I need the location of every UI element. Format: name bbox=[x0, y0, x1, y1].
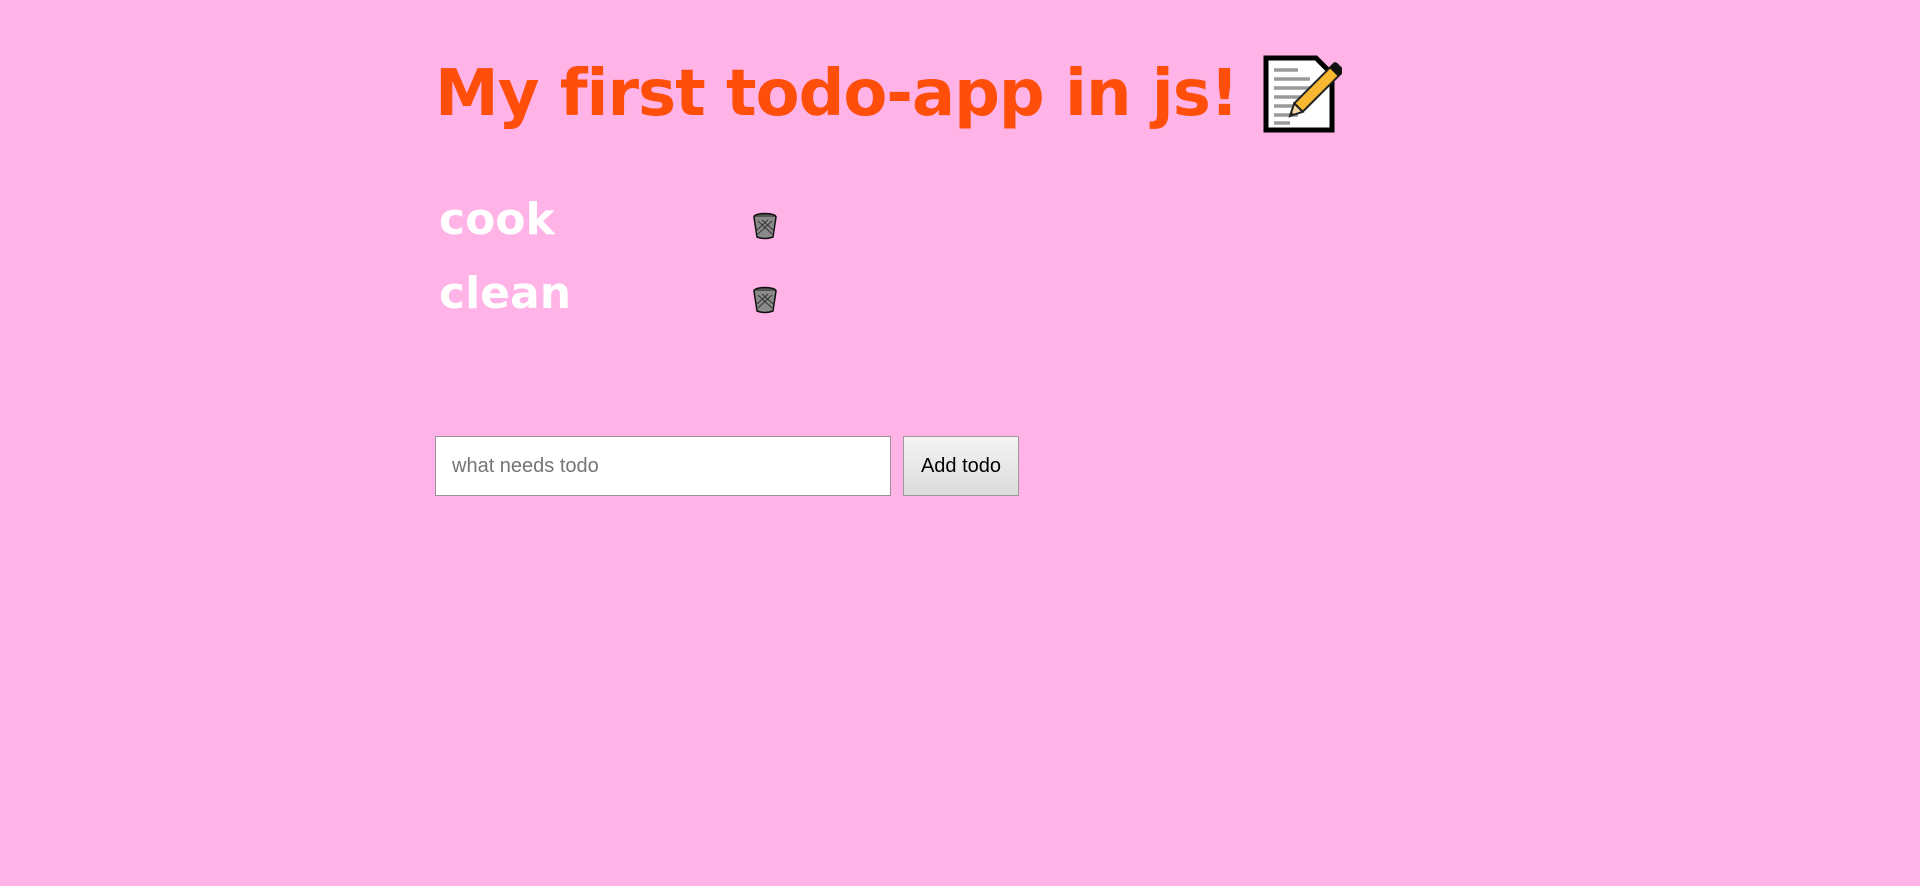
todo-text: cook bbox=[439, 194, 555, 245]
wastebasket-icon[interactable] bbox=[752, 212, 778, 240]
todo-item: cook bbox=[435, 190, 835, 264]
page-title: My first todo-app in js! bbox=[435, 57, 1239, 131]
todo-item: clean bbox=[435, 264, 835, 338]
header: My first todo-app in js! bbox=[435, 50, 1344, 138]
wastebasket-icon[interactable] bbox=[752, 286, 778, 314]
add-todo-button[interactable]: Add todo bbox=[903, 436, 1019, 496]
todo-input[interactable] bbox=[435, 436, 891, 496]
todo-text: clean bbox=[439, 268, 572, 319]
add-todo-form: Add todo bbox=[435, 436, 1019, 496]
memo-icon bbox=[1262, 54, 1344, 134]
todo-list: cook clean bbox=[435, 190, 835, 338]
